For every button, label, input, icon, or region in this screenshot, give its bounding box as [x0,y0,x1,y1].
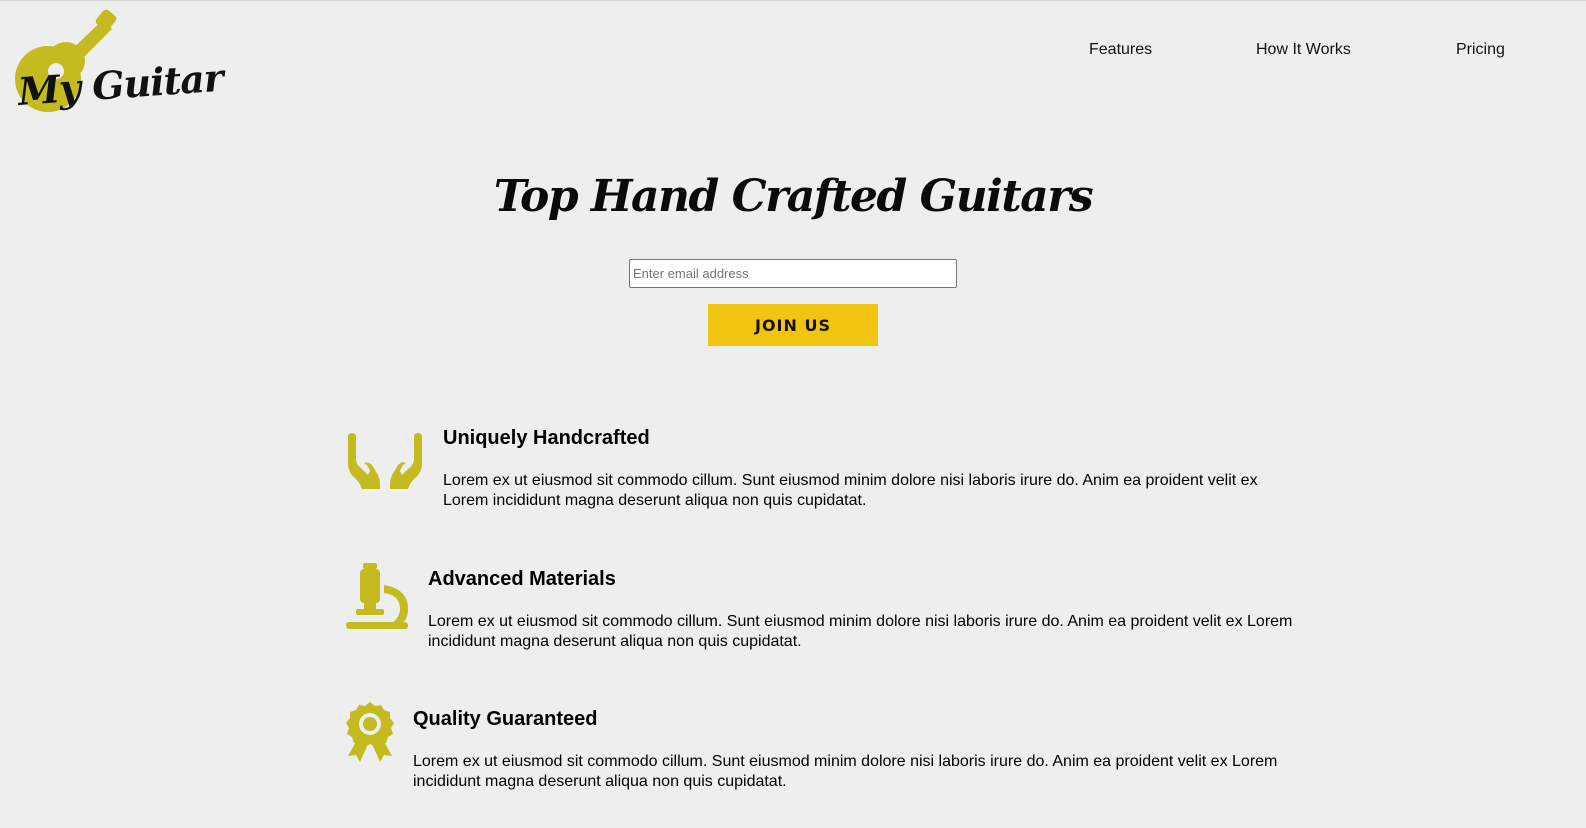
feature-text: Lorem ex ut eiusmod sit commodo cillum. … [428,613,1293,650]
nav-link-pricing[interactable]: Pricing [1456,41,1505,59]
microscope-icon [346,563,408,629]
hero-title: Top Hand Crafted Guitars [493,171,1094,222]
feature-body: Advanced Materials Lorem ex ut eiusmod s… [428,567,1296,652]
feature-text: Lorem ex ut eiusmod sit commodo cillum. … [443,472,1258,509]
nav-link-how-it-works[interactable]: How It Works [1256,41,1351,59]
main-nav: Features How It Works Pricing [0,41,1586,63]
award-ribbon-icon [346,702,394,762]
feature-title: Advanced Materials [428,568,616,590]
join-us-button[interactable]: JOIN US [708,304,878,346]
feature-title: Uniquely Handcrafted [443,427,650,449]
hands-icon [348,433,422,489]
feature-body: Quality Guaranteed Lorem ex ut eiusmod s… [413,707,1296,792]
nav-link-features[interactable]: Features [1089,41,1152,59]
email-input[interactable] [629,259,957,288]
logo[interactable]: My Guitar [8,9,224,119]
feature-title: Quality Guaranteed [413,708,598,730]
feature-body: Uniquely Handcrafted Lorem ex ut eiusmod… [443,426,1296,511]
feature-text: Lorem ex ut eiusmod sit commodo cillum. … [413,753,1278,790]
